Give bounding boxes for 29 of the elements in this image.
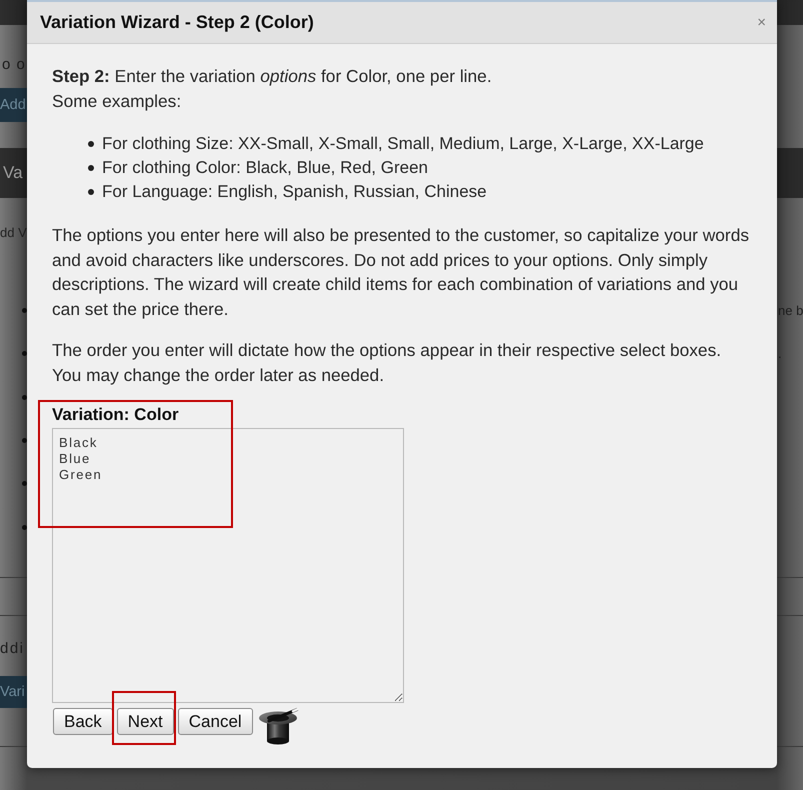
instruction-text: The options you enter here will also be presented to the customer, so capitalize your words and avoid characters like underscores. Do not add prices to your options. Only simply descriptions. The wizard will create child items for each combination of variations and you can set the price there.: [52, 224, 750, 321]
wizard-button[interactable]: Cancel: [178, 708, 253, 735]
options-textarea[interactable]: Black Blue Green: [52, 428, 404, 703]
field-label: Variation: Color: [52, 404, 180, 426]
add-button[interactable]: Add: [0, 88, 27, 122]
bullet-icon: [22, 481, 27, 486]
bullet-icon: [22, 308, 27, 314]
wizard-button[interactable]: Back: [53, 708, 113, 735]
bullet-icon: [88, 165, 94, 171]
magic-hat-icon: [258, 706, 300, 746]
page-text: ddi: [0, 640, 25, 658]
variation-button[interactable]: Vari: [0, 676, 27, 708]
dialog-title: Variation Wizard - Step 2 (Color): [40, 12, 314, 33]
instruction-text: The order you enter will dictate how the options appear in their respective select boxes. You may change the order later as needed.: [52, 339, 722, 387]
page-text: .: [778, 346, 783, 362]
example-text: For clothing Color: Black, Blue, Red, Green: [102, 158, 428, 178]
example-text: For Language: English, Spanish, Russian, Chinese: [102, 182, 487, 202]
panel-title: Va: [3, 163, 23, 183]
bullet-icon: [22, 524, 27, 530]
bullet-icon: [88, 141, 94, 147]
bullet-icon: [22, 438, 27, 444]
wizard-button[interactable]: Next: [116, 708, 174, 735]
page-text: ne b: [778, 303, 803, 318]
page-text: o o: [1, 56, 26, 74]
example-text: For clothing Size: XX-Small, X-Small, Small, Medium, Large, X-Large, XX-Large: [102, 134, 704, 154]
bullet-icon: [22, 394, 27, 400]
bullet-icon: [88, 189, 94, 195]
bullet-icon: [22, 351, 27, 356]
intro-text: Step 2: Enter the variation options for Color, one per line. Some examples:: [52, 65, 493, 113]
